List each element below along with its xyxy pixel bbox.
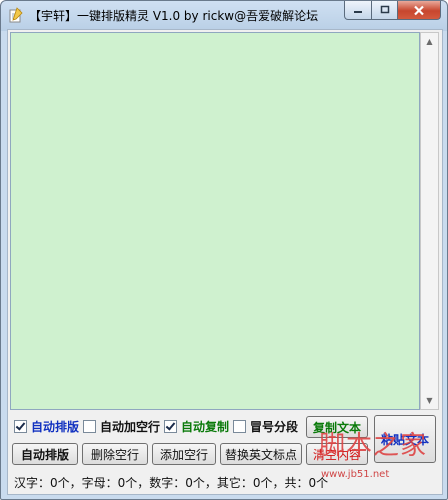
text-editor[interactable] bbox=[10, 32, 420, 410]
close-icon bbox=[414, 5, 424, 15]
minimize-icon bbox=[354, 11, 362, 13]
window-title: 【宇轩】一键排版精灵 V1.0 by rickw@吾爱破解论坛 bbox=[29, 9, 319, 23]
scroll-down-icon[interactable]: ▼ bbox=[421, 392, 438, 409]
checkbox-auto-copy[interactable]: 自动复制 bbox=[164, 418, 229, 435]
checkbox-auto-format-label: 自动排版 bbox=[31, 420, 80, 434]
watermark: 脚本之家 www.jb51.net bbox=[319, 425, 439, 495]
close-button[interactable] bbox=[398, 1, 441, 20]
minimize-button[interactable] bbox=[344, 1, 372, 20]
add-blank-lines-button[interactable]: 添加空行 bbox=[152, 443, 216, 465]
watermark-text: 脚本之家 bbox=[319, 431, 428, 461]
checkbox-auto-format[interactable]: 自动排版 bbox=[14, 418, 79, 435]
checkbox-auto-format-box[interactable] bbox=[14, 420, 27, 433]
maximize-button[interactable] bbox=[372, 1, 398, 20]
checkbox-colon-split-box[interactable] bbox=[233, 420, 247, 433]
checkbox-auto-copy-box[interactable] bbox=[164, 420, 178, 433]
replace-english-punct-button[interactable]: 替换英文标点 bbox=[220, 443, 302, 465]
vertical-scrollbar[interactable]: ▲ ▼ bbox=[420, 32, 439, 410]
status-bar: 汉字：0个，字母：0个，数字：0个，其它：0个，共：0个 bbox=[14, 476, 329, 490]
checkbox-colon-split[interactable]: 冒号分段 bbox=[233, 418, 298, 435]
app-window: 【宇轩】一键排版精灵 V1.0 by rickw@吾爱破解论坛 ▲ ▼ 自动排版 bbox=[0, 0, 448, 500]
checkbox-auto-add-blank-label: 自动加空行 bbox=[100, 420, 161, 434]
options-row: 自动排版 自动加空行 自动复制 冒号分段 bbox=[14, 418, 302, 435]
title-bar[interactable]: 【宇轩】一键排版精灵 V1.0 by rickw@吾爱破解论坛 bbox=[1, 1, 447, 29]
delete-blank-lines-button[interactable]: 删除空行 bbox=[82, 443, 148, 465]
app-icon bbox=[9, 7, 23, 23]
checkbox-auto-copy-label: 自动复制 bbox=[181, 420, 230, 434]
scroll-up-icon[interactable]: ▲ bbox=[421, 33, 438, 50]
watermark-url: www.jb51.net bbox=[321, 469, 390, 480]
auto-format-button[interactable]: 自动排版 bbox=[12, 443, 78, 465]
checkbox-colon-split-label: 冒号分段 bbox=[250, 420, 299, 434]
maximize-icon bbox=[380, 5, 389, 14]
checkbox-auto-add-blank[interactable]: 自动加空行 bbox=[83, 418, 160, 435]
checkbox-auto-add-blank-box[interactable] bbox=[83, 420, 97, 433]
